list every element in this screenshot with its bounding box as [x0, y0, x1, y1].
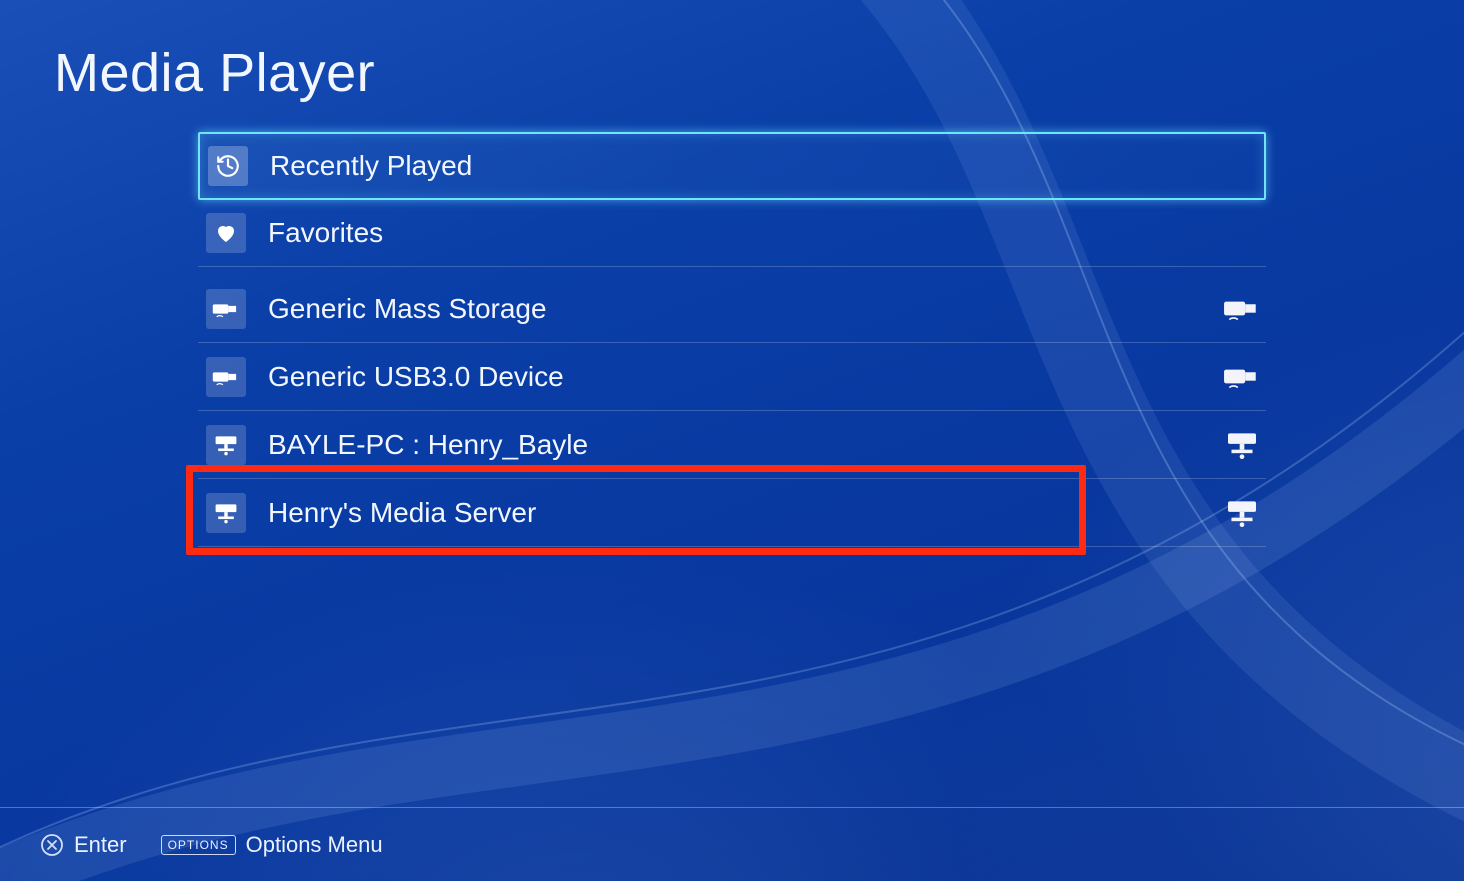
network-icon [1222, 429, 1262, 461]
list-item-label: Generic Mass Storage [268, 293, 1222, 325]
list-item-usb3-device[interactable]: Generic USB3.0 Device [198, 343, 1266, 411]
usb-icon [206, 289, 246, 329]
options-badge: OPTIONS [161, 835, 236, 855]
usb-icon [1222, 293, 1262, 325]
hint-enter-label: Enter [74, 832, 127, 858]
heart-icon [206, 213, 246, 253]
list-item-label: Favorites [268, 217, 1266, 249]
network-icon [206, 425, 246, 465]
list-item-label: BAYLE-PC : Henry_Bayle [268, 429, 1222, 461]
list-item-label: Recently Played [270, 150, 1264, 182]
list-item-recently-played[interactable]: Recently Played [198, 132, 1266, 200]
cross-button-icon [40, 833, 64, 857]
history-icon [208, 146, 248, 186]
list-item-label: Generic USB3.0 Device [268, 361, 1222, 393]
footer-hints: Enter OPTIONS Options Menu [0, 807, 1464, 881]
list-item-favorites[interactable]: Favorites [198, 199, 1266, 267]
network-icon [1222, 497, 1262, 529]
list-item-mass-storage[interactable]: Generic Mass Storage [198, 275, 1266, 343]
list-item-label: Henry's Media Server [268, 497, 1222, 529]
hint-options: OPTIONS Options Menu [161, 832, 383, 858]
page-title: Media Player [54, 42, 375, 104]
usb-icon [206, 357, 246, 397]
list-item-bayle-pc[interactable]: BAYLE-PC : Henry_Bayle [198, 411, 1266, 479]
list-item-henrys-media-server[interactable]: Henry's Media Server [198, 479, 1266, 547]
network-icon [206, 493, 246, 533]
usb-icon [1222, 361, 1262, 393]
source-list: Recently Played Favorites Generic Mass S… [198, 132, 1266, 547]
hint-enter: Enter [40, 832, 127, 858]
hint-options-label: Options Menu [246, 832, 383, 858]
